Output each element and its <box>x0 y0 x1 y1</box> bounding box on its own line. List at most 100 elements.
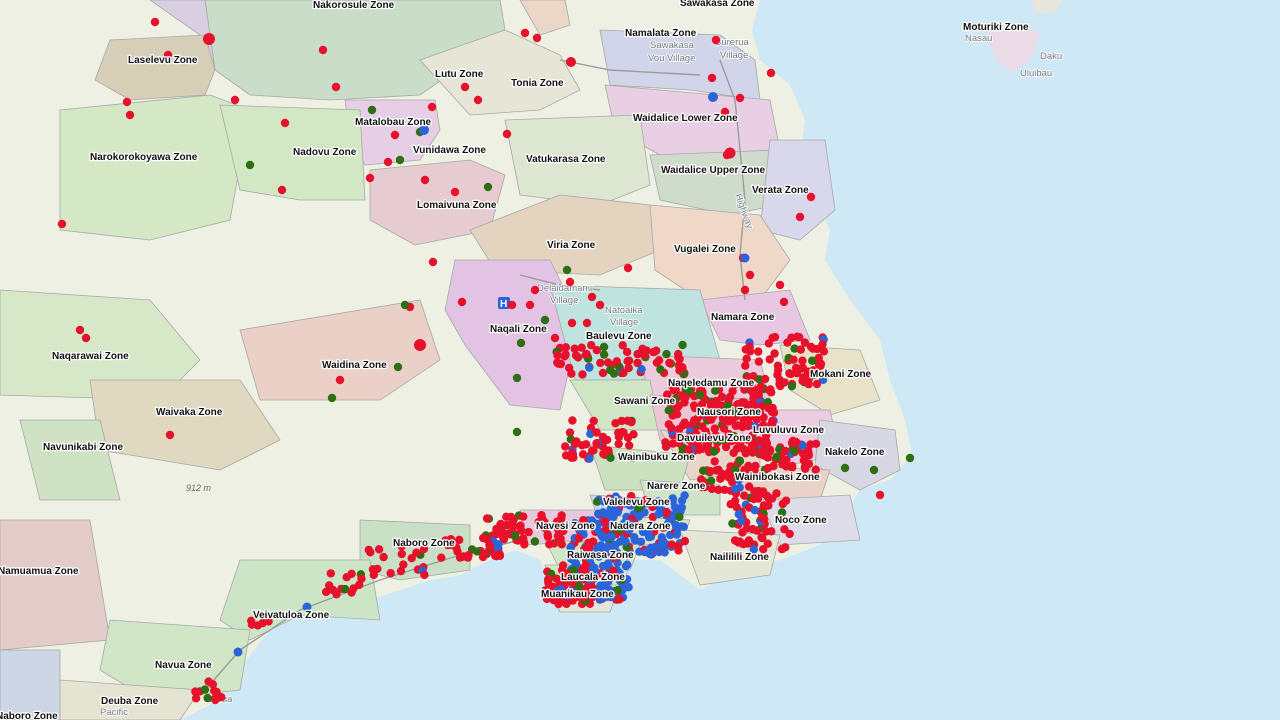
observation-point[interactable] <box>400 300 410 310</box>
observation-point[interactable] <box>780 525 789 534</box>
observation-point[interactable] <box>741 361 750 370</box>
observation-point[interactable] <box>347 569 356 578</box>
observation-point[interactable] <box>740 491 749 500</box>
observation-point[interactable] <box>772 452 781 462</box>
observation-point[interactable] <box>699 466 708 475</box>
observation-point[interactable] <box>812 379 822 389</box>
observation-point[interactable] <box>744 482 754 491</box>
observation-point[interactable] <box>540 315 550 325</box>
observation-point[interactable] <box>578 450 588 459</box>
observation-point[interactable] <box>482 514 492 523</box>
observation-point[interactable] <box>203 33 215 45</box>
observation-point[interactable] <box>562 265 572 275</box>
observation-point[interactable] <box>796 345 805 354</box>
observation-point[interactable] <box>554 599 563 609</box>
observation-point[interactable] <box>793 332 802 341</box>
observation-point[interactable] <box>694 445 703 454</box>
observation-point[interactable] <box>519 512 528 521</box>
observation-point[interactable] <box>707 73 717 83</box>
observation-point[interactable] <box>775 379 784 389</box>
observation-point[interactable] <box>191 687 200 696</box>
observation-point[interactable] <box>804 459 814 469</box>
observation-point[interactable] <box>764 403 773 413</box>
observation-point[interactable] <box>742 354 751 363</box>
observation-point[interactable] <box>507 300 517 310</box>
observation-point[interactable] <box>840 463 850 473</box>
observation-point[interactable] <box>621 537 630 546</box>
observation-point[interactable] <box>450 187 460 197</box>
observation-point[interactable] <box>508 522 518 532</box>
observation-point[interactable] <box>596 358 605 368</box>
observation-point[interactable] <box>695 390 704 400</box>
observation-point[interactable] <box>799 373 808 382</box>
observation-point[interactable] <box>770 349 779 358</box>
observation-point[interactable] <box>677 391 686 400</box>
observation-point[interactable] <box>587 292 597 302</box>
observation-point[interactable] <box>781 543 790 552</box>
observation-point[interactable] <box>463 553 473 562</box>
observation-point[interactable] <box>602 435 612 445</box>
observation-point[interactable] <box>520 28 530 38</box>
observation-point[interactable] <box>512 427 522 437</box>
observation-point[interactable] <box>457 297 467 307</box>
observation-point[interactable] <box>414 339 426 351</box>
observation-point[interactable] <box>615 595 624 604</box>
observation-point[interactable] <box>543 532 553 541</box>
observation-point[interactable] <box>561 442 570 451</box>
observation-point[interactable] <box>869 465 879 475</box>
observation-point[interactable] <box>624 363 633 373</box>
observation-point[interactable] <box>811 439 821 448</box>
observation-point[interactable] <box>649 347 658 357</box>
observation-point[interactable] <box>75 325 85 335</box>
observation-point[interactable] <box>636 537 646 546</box>
observation-point[interactable] <box>212 687 221 697</box>
observation-point[interactable] <box>735 93 745 103</box>
observation-point[interactable] <box>707 484 717 494</box>
observation-point[interactable] <box>595 300 605 310</box>
observation-point[interactable] <box>587 341 596 350</box>
observation-point[interactable] <box>233 647 243 657</box>
observation-point[interactable] <box>652 358 662 367</box>
observation-point[interactable] <box>599 342 609 352</box>
observation-point[interactable] <box>665 358 674 368</box>
observation-point[interactable] <box>789 355 798 364</box>
map-canvas[interactable]: Sawakasa Vou Village Burerua Village Nas… <box>0 0 1280 720</box>
observation-point[interactable] <box>762 527 771 536</box>
observation-point[interactable] <box>581 561 590 570</box>
observation-point[interactable] <box>553 531 563 541</box>
observation-point[interactable] <box>808 356 817 365</box>
observation-point[interactable] <box>545 540 554 549</box>
observation-point[interactable] <box>606 453 615 462</box>
observation-point[interactable] <box>779 297 789 307</box>
observation-point[interactable] <box>724 417 734 426</box>
observation-point[interactable] <box>795 212 805 222</box>
observation-point[interactable] <box>598 368 608 378</box>
observation-point[interactable] <box>588 537 598 546</box>
observation-point[interactable] <box>668 497 677 506</box>
observation-point[interactable] <box>744 461 753 471</box>
observation-point[interactable] <box>607 532 616 542</box>
observation-point[interactable] <box>587 446 597 455</box>
observation-point[interactable] <box>544 574 553 584</box>
observation-point[interactable] <box>537 511 546 520</box>
observation-point[interactable] <box>427 102 437 112</box>
observation-point[interactable] <box>905 453 915 463</box>
observation-point[interactable] <box>729 448 738 458</box>
observation-point[interactable] <box>755 385 764 394</box>
observation-point[interactable] <box>395 155 405 165</box>
observation-point[interactable] <box>746 347 755 356</box>
observation-point[interactable] <box>420 175 430 185</box>
observation-point[interactable] <box>623 263 633 273</box>
observation-point[interactable] <box>277 185 287 195</box>
observation-point[interactable] <box>664 420 673 429</box>
observation-point[interactable] <box>731 484 740 494</box>
observation-point[interactable] <box>664 406 673 415</box>
observation-point[interactable] <box>567 453 576 462</box>
observation-point[interactable] <box>710 457 719 466</box>
observation-point[interactable] <box>437 553 446 562</box>
observation-point[interactable] <box>399 560 408 569</box>
observation-point[interactable] <box>768 333 777 342</box>
observation-point[interactable] <box>740 253 750 263</box>
observation-point[interactable] <box>740 285 750 295</box>
observation-point[interactable] <box>647 550 656 559</box>
